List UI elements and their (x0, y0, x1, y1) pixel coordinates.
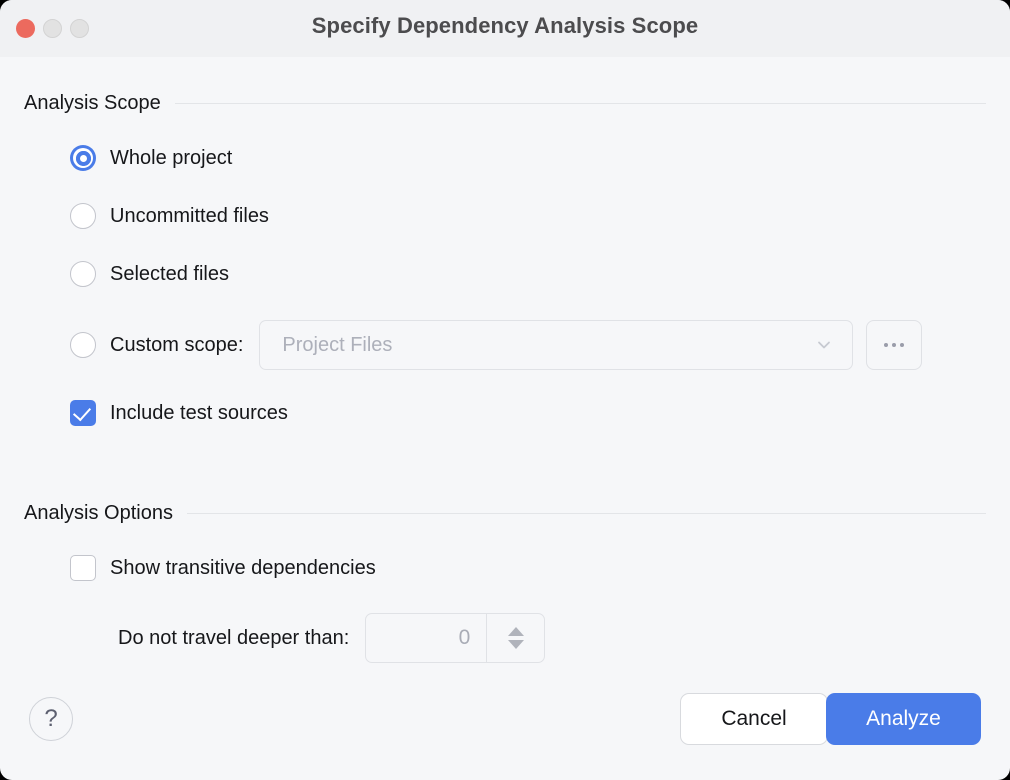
depth-limit-input[interactable]: 0 (366, 614, 486, 662)
custom-scope-dropdown[interactable]: Project Files (259, 320, 853, 370)
section-divider (175, 103, 986, 104)
radio-row-custom-scope[interactable]: Custom scope: Project Files (70, 320, 922, 370)
radio-row-uncommitted-files[interactable]: Uncommitted files (70, 203, 269, 229)
checkbox-show-transitive-dependencies[interactable] (70, 555, 96, 581)
radio-row-whole-project[interactable]: Whole project (70, 145, 232, 171)
checkbox-include-test-sources[interactable] (70, 400, 96, 426)
checkbox-row-include-test-sources[interactable]: Include test sources (70, 400, 288, 426)
radio-label-uncommitted-files: Uncommitted files (110, 205, 269, 228)
radio-selected-files[interactable] (70, 261, 96, 287)
ellipsis-dot-icon (892, 343, 896, 347)
dialog-footer: ? Cancel Analyze (0, 688, 1010, 780)
radio-label-whole-project: Whole project (110, 147, 232, 170)
stepper-down-icon[interactable] (508, 640, 524, 649)
analysis-options-section-header: Analysis Options (24, 502, 986, 525)
cancel-button[interactable]: Cancel (680, 693, 828, 745)
checkbox-label-show-transitive-dependencies: Show transitive dependencies (110, 557, 376, 580)
checkmark-icon (73, 403, 91, 422)
dialog-window: Specify Dependency Analysis Scope Analys… (0, 0, 1010, 780)
checkbox-row-show-transitive-dependencies[interactable]: Show transitive dependencies (70, 555, 376, 581)
radio-uncommitted-files[interactable] (70, 203, 96, 229)
stepper-up-icon[interactable] (508, 627, 524, 636)
radio-inner-dot (80, 155, 87, 162)
checkbox-label-include-test-sources: Include test sources (110, 402, 288, 425)
help-button[interactable]: ? (29, 697, 73, 741)
depth-limit-stepper[interactable]: 0 (365, 613, 545, 663)
title-bar: Specify Dependency Analysis Scope (0, 0, 1010, 57)
ellipsis-dot-icon (900, 343, 904, 347)
custom-scope-browse-button[interactable] (866, 320, 922, 370)
custom-scope-dropdown-value: Project Files (282, 334, 816, 357)
analysis-scope-section-header: Analysis Scope (24, 92, 986, 115)
dialog-body: Analysis Scope Whole project Uncommitted… (0, 57, 1010, 780)
radio-whole-project[interactable] (70, 145, 96, 171)
depth-limit-row: Do not travel deeper than: 0 (118, 613, 545, 663)
radio-label-selected-files: Selected files (110, 263, 229, 286)
chevron-down-icon (816, 337, 832, 353)
analysis-scope-label: Analysis Scope (24, 92, 161, 115)
radio-row-selected-files[interactable]: Selected files (70, 261, 229, 287)
section-divider (187, 513, 986, 514)
dialog-title: Specify Dependency Analysis Scope (0, 13, 1010, 39)
analysis-options-label: Analysis Options (24, 502, 173, 525)
depth-limit-stepper-arrows[interactable] (486, 614, 544, 662)
analyze-button[interactable]: Analyze (826, 693, 981, 745)
ellipsis-dot-icon (884, 343, 888, 347)
radio-label-custom-scope: Custom scope: (110, 334, 243, 357)
depth-limit-label: Do not travel deeper than: (118, 627, 349, 650)
radio-custom-scope[interactable] (70, 332, 96, 358)
